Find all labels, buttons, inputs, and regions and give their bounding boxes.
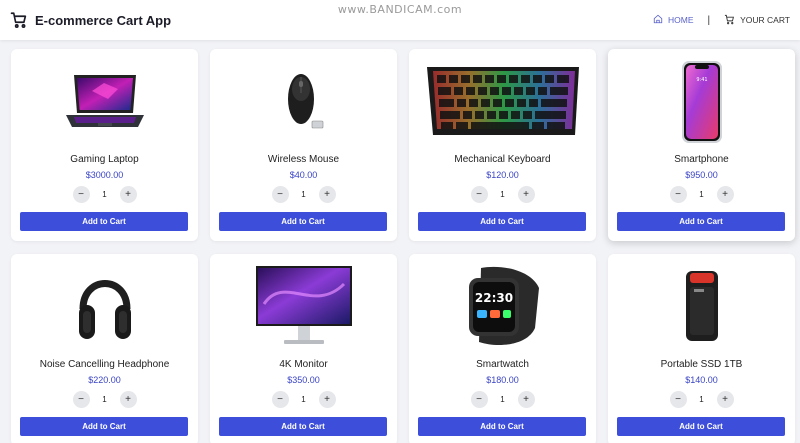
product-name: Portable SSD 1TB xyxy=(660,359,743,370)
quantity-stepper: − + xyxy=(669,391,734,408)
quantity-input[interactable] xyxy=(491,187,514,202)
increase-qty-button[interactable]: + xyxy=(517,391,535,408)
product-name: Smartphone xyxy=(674,154,729,165)
decrease-qty-button[interactable]: − xyxy=(470,186,488,203)
quantity-input[interactable] xyxy=(690,187,713,202)
nav-cart-label: YOUR CART xyxy=(740,15,790,25)
quantity-stepper: − + xyxy=(470,186,535,203)
product-card: Noise Cancelling Headphone $220.00 − + A… xyxy=(11,254,198,443)
product-price: $120.00 xyxy=(486,170,519,180)
quantity-stepper: − + xyxy=(271,391,336,408)
product-card: Wireless Mouse $40.00 − + Add to Cart xyxy=(210,49,397,241)
quantity-stepper: − + xyxy=(271,186,336,203)
svg-text:9:41: 9:41 xyxy=(696,77,707,83)
decrease-qty-button[interactable]: − xyxy=(271,391,289,408)
product-name: Gaming Laptop xyxy=(70,154,139,165)
keyboard-image xyxy=(409,53,596,151)
decrease-qty-button[interactable]: − xyxy=(669,186,687,203)
product-price: $140.00 xyxy=(685,375,718,385)
mouse-image xyxy=(210,53,397,151)
product-name: Mechanical Keyboard xyxy=(454,154,551,165)
product-card: Gaming Laptop $3000.00 − + Add to Cart xyxy=(11,49,198,241)
decrease-qty-button[interactable]: − xyxy=(470,391,488,408)
add-to-cart-button[interactable]: Add to Cart xyxy=(219,417,387,436)
product-card: 9:41 Smartphone $950.00 − + Add to Cart xyxy=(608,49,795,241)
product-card: 4K Monitor $350.00 − + Add to Cart xyxy=(210,254,397,443)
increase-qty-button[interactable]: + xyxy=(318,186,336,203)
product-price: $40.00 xyxy=(289,170,318,180)
increase-qty-button[interactable]: + xyxy=(716,186,734,203)
decrease-qty-button[interactable]: − xyxy=(72,186,90,203)
increase-qty-button[interactable]: + xyxy=(119,391,137,408)
decrease-qty-button[interactable]: − xyxy=(72,391,90,408)
smartwatch-image: 22:30 xyxy=(409,258,596,356)
product-name: Wireless Mouse xyxy=(267,154,340,165)
recording-watermark: www.BANDICAM.com xyxy=(337,3,463,16)
product-price: $180.00 xyxy=(486,375,519,385)
quantity-input[interactable] xyxy=(93,392,116,407)
decrease-qty-button[interactable]: − xyxy=(271,186,289,203)
product-price: $350.00 xyxy=(287,375,320,385)
add-to-cart-button[interactable]: Add to Cart xyxy=(418,212,586,231)
increase-qty-button[interactable]: + xyxy=(318,391,336,408)
product-card: Portable SSD 1TB $140.00 − + Add to Cart xyxy=(608,254,795,443)
product-price: $3000.00 xyxy=(85,170,124,180)
product-price: $950.00 xyxy=(685,170,718,180)
add-to-cart-button[interactable]: Add to Cart xyxy=(219,212,387,231)
quantity-input[interactable] xyxy=(690,392,713,407)
nav-separator: | xyxy=(707,14,711,26)
increase-qty-button[interactable]: + xyxy=(716,391,734,408)
quantity-input[interactable] xyxy=(292,392,315,407)
increase-qty-button[interactable]: + xyxy=(517,186,535,203)
product-name: Smartwatch xyxy=(476,359,529,370)
laptop-image xyxy=(11,53,198,151)
product-price: $220.00 xyxy=(88,375,121,385)
add-to-cart-button[interactable]: Add to Cart xyxy=(617,212,785,231)
add-to-cart-button[interactable]: Add to Cart xyxy=(20,212,188,231)
svg-text:22:30: 22:30 xyxy=(474,291,512,305)
quantity-input[interactable] xyxy=(93,187,116,202)
smartphone-image: 9:41 xyxy=(608,53,795,151)
quantity-stepper: − + xyxy=(669,186,734,203)
increase-qty-button[interactable]: + xyxy=(119,186,137,203)
product-card: 22:30 Smartwatch $180.00 − + Add to Cart xyxy=(409,254,596,443)
quantity-stepper: − + xyxy=(72,391,137,408)
quantity-input[interactable] xyxy=(292,187,315,202)
quantity-stepper: − + xyxy=(72,186,137,203)
monitor-image xyxy=(210,258,397,356)
decrease-qty-button[interactable]: − xyxy=(669,391,687,408)
nav-home-label: HOME xyxy=(667,15,694,25)
headphone-image xyxy=(11,258,198,356)
add-to-cart-button[interactable]: Add to Cart xyxy=(418,417,586,436)
product-grid: Gaming Laptop $3000.00 − + Add to Cart W… xyxy=(11,49,795,443)
product-name: Noise Cancelling Headphone xyxy=(39,359,170,370)
add-to-cart-button[interactable]: Add to Cart xyxy=(617,417,785,436)
quantity-input[interactable] xyxy=(491,392,514,407)
product-card: Mechanical Keyboard $120.00 − + Add to C… xyxy=(409,49,596,241)
add-to-cart-button[interactable]: Add to Cart xyxy=(20,417,188,436)
ssd-image xyxy=(608,258,795,356)
product-name: 4K Monitor xyxy=(279,359,328,370)
quantity-stepper: − + xyxy=(470,391,535,408)
